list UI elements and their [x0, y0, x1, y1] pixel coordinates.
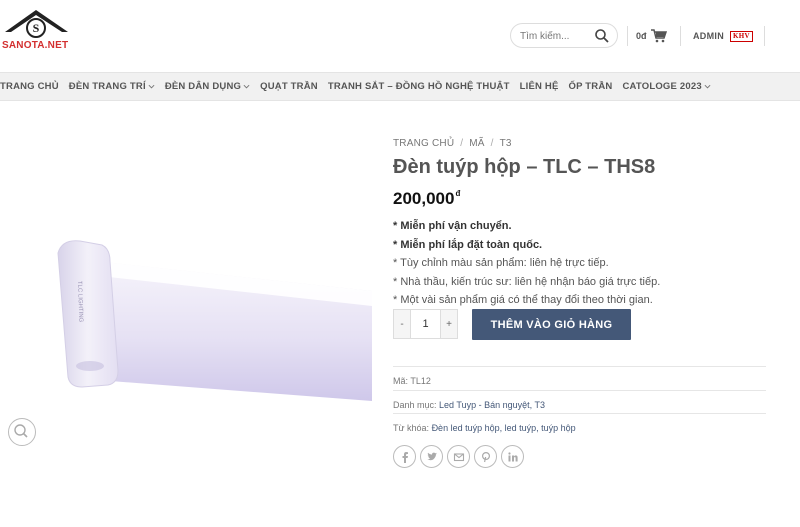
- sku-label: Mã:: [393, 376, 409, 386]
- price-currency: đ: [455, 189, 461, 198]
- breadcrumb-home[interactable]: TRANG CHỦ: [393, 138, 454, 149]
- twitter-icon: [426, 452, 437, 460]
- logo-text: SANOTA.NET: [2, 40, 69, 51]
- product-title: Đèn tuýp hộp – TLC – THS8: [393, 156, 656, 178]
- share-pinterest-button[interactable]: [474, 445, 497, 468]
- tag-links[interactable]: Đèn led tuýp hộp, led tuýp, tuýp hộp: [432, 423, 576, 433]
- product-short-description: * Miễn phí vận chuyển. * Miễn phí lắp đặt…: [393, 217, 660, 310]
- nav-item[interactable]: ĐÈN DÂN DỤNG: [165, 81, 250, 92]
- breadcrumb-subcategory[interactable]: T3: [500, 138, 512, 149]
- category-links[interactable]: Led Tuyp - Bán nguyệt, T3: [439, 400, 545, 410]
- zoom-icon: [14, 424, 28, 438]
- breadcrumb-category[interactable]: MÃ: [469, 138, 484, 149]
- nav-item-label: TRANG CHỦ: [0, 81, 59, 92]
- description-line: * Tùy chỉnh màu sản phẩm: liên hệ trực t…: [393, 257, 609, 269]
- breadcrumb: TRANG CHỦ / MÃ / T3: [393, 138, 512, 149]
- site-header: S SANOTA.NET 0đ ADMIN KHV: [0, 0, 800, 72]
- nav-item-label: CATOLOGE 2023: [622, 81, 702, 92]
- sku-value: TL12: [410, 376, 431, 386]
- share-facebook-button[interactable]: [393, 445, 416, 468]
- svg-text:S: S: [33, 21, 40, 35]
- header-divider: [627, 26, 628, 46]
- main-nav: TRANG CHỦ ĐÈN TRANG TRÍ ĐÈN DÂN DỤNG QUẠT T…: [0, 72, 800, 101]
- breadcrumb-separator: /: [460, 138, 464, 149]
- language-flag[interactable]: KHV: [730, 30, 753, 42]
- chevron-down-icon: [243, 84, 250, 89]
- share-icons: [393, 445, 524, 468]
- search-box[interactable]: [510, 23, 618, 48]
- price-value: 200,000: [393, 189, 455, 208]
- search-icon[interactable]: [594, 28, 610, 44]
- nav-item[interactable]: ỐP TRẦN: [569, 81, 613, 92]
- category-label: Danh mục:: [393, 400, 437, 410]
- nav-item[interactable]: TRANG CHỦ: [0, 81, 59, 92]
- cart-amount: 0đ: [636, 31, 647, 41]
- nav-item-label: ĐÈN TRANG TRÍ: [68, 81, 146, 92]
- nav-list: TRANG CHỦ ĐÈN TRANG TRÍ ĐÈN DÂN DỤNG QUẠT T…: [0, 73, 800, 100]
- account-link[interactable]: ADMIN KHV: [693, 26, 753, 46]
- description-line: * Miễn phí lắp đặt toàn quốc.: [393, 238, 543, 251]
- qty-minus-button[interactable]: -: [394, 310, 410, 338]
- nav-item-label: TRANH SẮT – ĐỒNG HỒ NGHỆ THUẬT: [327, 81, 510, 92]
- zoom-button[interactable]: [8, 418, 36, 446]
- nav-item[interactable]: TRANH SẮT – ĐỒNG HỒ NGHỆ THUẬT: [328, 81, 510, 92]
- tags-row: Từ khóa: Đèn led tuýp hộp, led tuýp, tuý…: [393, 413, 766, 437]
- pinterest-icon: [481, 451, 490, 462]
- qty-plus-button[interactable]: +: [441, 310, 457, 338]
- description-line: * Một vài sản phẩm giá có thể thay đổi t…: [393, 294, 653, 306]
- nav-item-label: LIÊN HỆ: [519, 81, 559, 92]
- description-line: * Miễn phí vận chuyển.: [393, 220, 512, 232]
- nav-item[interactable]: QUẠT TRẦN: [260, 81, 318, 92]
- product-image[interactable]: TLC LIGHTING: [0, 131, 372, 452]
- quantity-stepper: - 1 +: [393, 309, 458, 339]
- search-input[interactable]: [520, 28, 598, 44]
- header-divider: [680, 26, 681, 46]
- category-row: Danh mục: Led Tuyp - Bán nguyệt, T3: [393, 390, 766, 414]
- nav-item-label: QUẠT TRẦN: [260, 81, 318, 92]
- add-to-cart-button[interactable]: THÊM VÀO GIỎ HÀNG: [472, 309, 631, 340]
- product-price: 200,000đ: [393, 189, 460, 209]
- nav-item[interactable]: CATOLOGE 2023: [622, 81, 711, 92]
- sku-row: Mã: TL12: [393, 366, 766, 390]
- chevron-down-icon: [148, 84, 155, 89]
- admin-label: ADMIN: [693, 31, 724, 41]
- linkedin-icon: [507, 451, 518, 461]
- nav-item[interactable]: ĐÈN TRANG TRÍ: [69, 81, 155, 92]
- header-divider: [764, 26, 765, 46]
- tube-light-image: TLC LIGHTING: [57, 240, 372, 401]
- qty-input[interactable]: 1: [410, 310, 441, 338]
- nav-item-label: ỐP TRẦN: [568, 81, 613, 92]
- share-linkedin-button[interactable]: [501, 445, 524, 468]
- chevron-down-icon: [704, 84, 711, 89]
- email-icon: [453, 452, 464, 461]
- nav-item-label: ĐÈN DÂN DỤNG: [164, 81, 242, 92]
- share-email-button[interactable]: [447, 445, 470, 468]
- breadcrumb-separator: /: [490, 138, 494, 149]
- cart-icon: [650, 29, 667, 43]
- cart-link[interactable]: 0đ: [636, 26, 667, 46]
- facebook-icon: [402, 451, 408, 463]
- tags-label: Từ khóa:: [393, 423, 430, 433]
- description-line: * Nhà thầu, kiến trúc sư: liên hệ nhận b…: [393, 275, 661, 288]
- share-twitter-button[interactable]: [420, 445, 443, 468]
- nav-item[interactable]: LIÊN HỆ: [520, 81, 559, 92]
